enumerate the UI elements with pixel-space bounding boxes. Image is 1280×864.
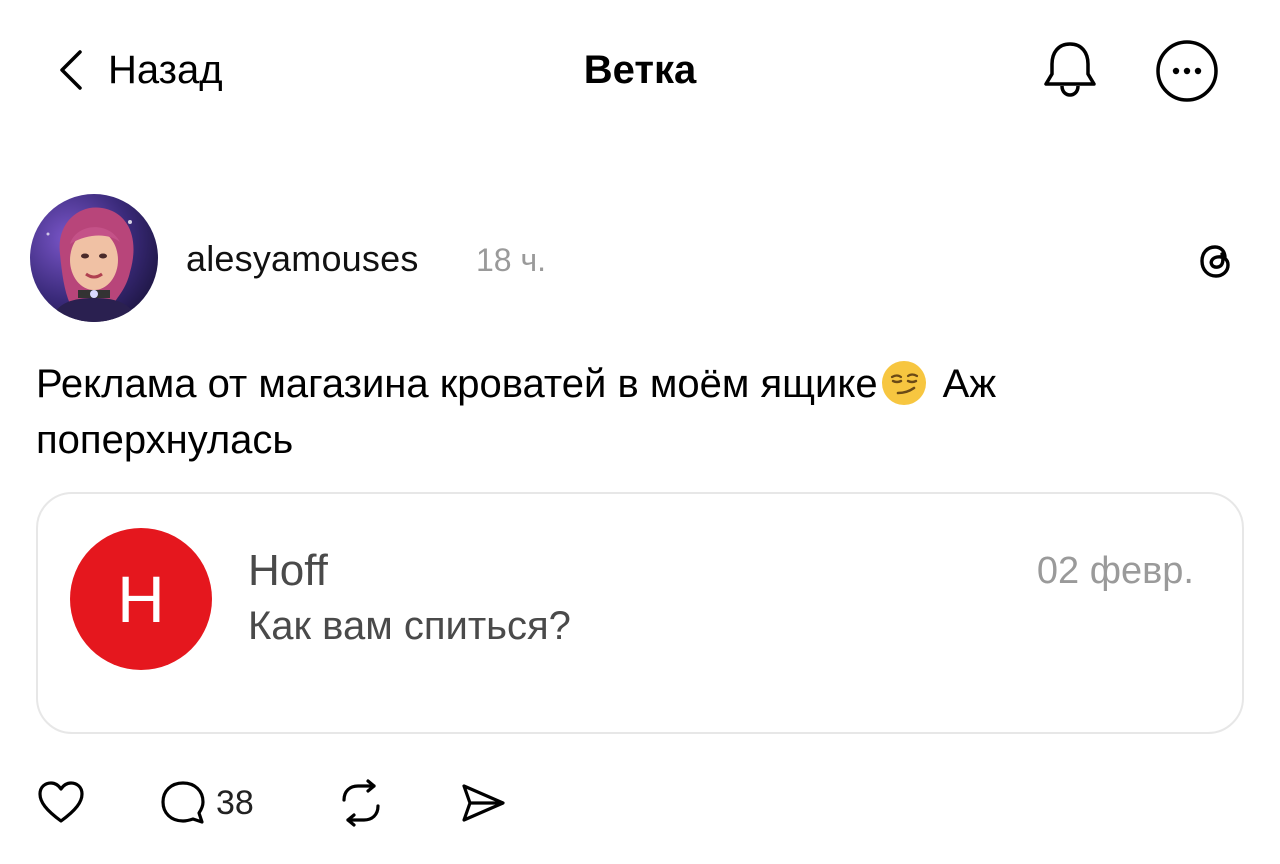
repost-icon bbox=[342, 779, 380, 827]
bell-icon[interactable] bbox=[1038, 36, 1102, 100]
like-button[interactable] bbox=[36, 778, 86, 828]
smirking-face-emoji bbox=[881, 361, 926, 405]
message-date: 02 февр. bbox=[1036, 550, 1194, 592]
reply-button[interactable]: 38 bbox=[158, 778, 254, 828]
comment-icon bbox=[161, 781, 205, 824]
sender-logo-letter: H bbox=[117, 562, 165, 636]
more-icon[interactable] bbox=[1154, 38, 1220, 104]
thread-page: Назад Ветка alesyamouses 18 ч. Реклама о… bbox=[0, 0, 1280, 864]
heart-icon bbox=[38, 781, 84, 823]
post-username[interactable]: alesyamouses bbox=[186, 238, 419, 280]
post-text-part1: Реклама от магазина кроватей в моём ящик… bbox=[36, 362, 878, 406]
repost-button[interactable] bbox=[336, 778, 386, 828]
post-text: Реклама от магазина кроватей в моём ящик… bbox=[36, 356, 1156, 468]
avatar-image bbox=[30, 194, 158, 322]
threads-logo-icon bbox=[1200, 245, 1230, 278]
send-icon bbox=[462, 784, 505, 822]
post-time: 18 ч. bbox=[476, 242, 547, 278]
message-text: Как вам спиться? bbox=[248, 604, 571, 648]
reply-count: 38 bbox=[216, 783, 254, 822]
sender-logo: H bbox=[70, 528, 212, 670]
share-button[interactable] bbox=[458, 778, 508, 828]
avatar[interactable] bbox=[30, 194, 158, 322]
sender-name: Hoff bbox=[248, 546, 328, 595]
embedded-message-card[interactable]: H Hoff Как вам спиться? 02 февр. bbox=[36, 492, 1244, 734]
